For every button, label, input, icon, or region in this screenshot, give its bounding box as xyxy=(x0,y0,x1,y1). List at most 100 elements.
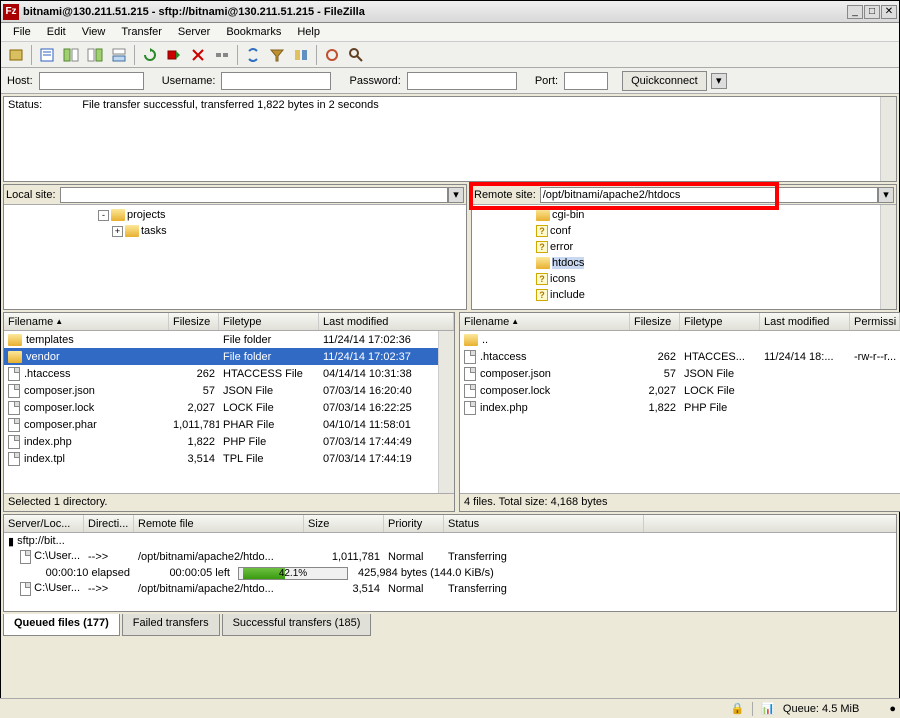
host-input[interactable] xyxy=(39,72,144,90)
queue-row[interactable]: C:\User...-->>/opt/bitnami/apache2/htdo.… xyxy=(4,581,896,597)
toggle-log-icon[interactable] xyxy=(36,44,58,66)
scrollbar[interactable] xyxy=(880,205,896,309)
list-row[interactable]: index.php1,822PHP File07/03/14 17:44:49 xyxy=(4,433,454,450)
remote-tree[interactable]: cgi-bin ?conf?errorhtdocs?icons?include xyxy=(472,205,896,309)
list-row[interactable]: .htaccess262HTACCES...11/24/14 18:...-rw… xyxy=(460,348,900,365)
quickconnect-button[interactable]: Quickconnect xyxy=(622,71,707,91)
list-row[interactable]: index.php1,822PHP File xyxy=(460,399,900,416)
list-row[interactable]: .htaccess262HTACCESS File04/14/14 10:31:… xyxy=(4,365,454,382)
queue-header[interactable]: Server/Loc...Directi...Remote fileSizePr… xyxy=(4,515,896,533)
list-row[interactable]: vendorFile folder11/24/14 17:02:37 xyxy=(4,348,454,365)
remote-site-dropdown-icon[interactable]: ▾ xyxy=(878,187,894,203)
sync-browse-icon[interactable] xyxy=(321,44,343,66)
quickconnect-dropdown-icon[interactable]: ▾ xyxy=(711,73,727,89)
toggle-tree-icon[interactable] xyxy=(60,44,82,66)
column-header[interactable]: Filetype xyxy=(680,313,760,330)
process-queue-icon[interactable] xyxy=(163,44,185,66)
tree-item[interactable]: ?conf xyxy=(476,223,892,239)
menu-file[interactable]: File xyxy=(5,24,39,40)
toggle-queue-icon[interactable] xyxy=(108,44,130,66)
local-site-dropdown-icon[interactable]: ▾ xyxy=(448,187,464,203)
remote-list-header[interactable]: Filename▲FilesizeFiletypeLast modifiedPe… xyxy=(460,313,900,331)
column-header[interactable]: Status xyxy=(444,515,644,532)
list-row[interactable]: composer.json57JSON File07/03/14 16:20:4… xyxy=(4,382,454,399)
queue-tab[interactable]: Successful transfers (185) xyxy=(222,614,372,636)
tree-item[interactable]: -projects xyxy=(8,207,462,223)
queue-body[interactable]: ▮sftp://bit...C:\User...-->>/opt/bitnami… xyxy=(4,533,896,611)
username-input[interactable] xyxy=(221,72,331,90)
queue-row[interactable]: C:\User...-->>/opt/bitnami/apache2/htdo.… xyxy=(4,549,896,565)
list-row[interactable]: composer.phar1,011,781PHAR File04/10/14 … xyxy=(4,416,454,433)
menu-server[interactable]: Server xyxy=(170,24,218,40)
column-header[interactable]: Permissi xyxy=(850,313,900,330)
file-icon xyxy=(8,418,20,432)
password-input[interactable] xyxy=(407,72,517,90)
minimize-button[interactable]: _ xyxy=(847,5,863,19)
scrollbar[interactable] xyxy=(438,331,454,493)
local-site-input[interactable] xyxy=(60,187,448,203)
queue-progress-row: 00:00:10 elapsed00:00:05 left42.1%425,98… xyxy=(4,565,896,581)
menu-view[interactable]: View xyxy=(74,24,114,40)
scrollbar[interactable] xyxy=(880,97,896,181)
tree-item[interactable]: htdocs xyxy=(476,255,892,271)
log-panel: Status: File transfer successful, transf… xyxy=(3,96,897,182)
tree-item[interactable]: + tasks xyxy=(8,223,462,239)
menu-transfer[interactable]: Transfer xyxy=(113,24,170,40)
folder-icon xyxy=(8,334,22,346)
reconnect-icon[interactable] xyxy=(242,44,264,66)
column-header[interactable]: Remote file xyxy=(134,515,304,532)
tree-item[interactable]: ?error xyxy=(476,239,892,255)
column-header[interactable]: Priority xyxy=(384,515,444,532)
progress-bar: 42.1% xyxy=(238,567,348,580)
local-list-header[interactable]: Filename▲FilesizeFiletypeLast modified xyxy=(4,313,454,331)
list-row[interactable]: composer.lock2,027LOCK File xyxy=(460,382,900,399)
column-header[interactable]: Filesize xyxy=(630,313,680,330)
queue-tab[interactable]: Failed transfers xyxy=(122,614,220,636)
menu-help[interactable]: Help xyxy=(289,24,328,40)
file-icon xyxy=(464,350,476,364)
tree-item[interactable]: ?icons xyxy=(476,271,892,287)
column-header[interactable]: Size xyxy=(304,515,384,532)
tree-item[interactable]: ?include xyxy=(476,287,892,303)
list-row[interactable]: .. xyxy=(460,331,900,348)
maximize-button[interactable]: □ xyxy=(864,5,880,19)
column-header[interactable]: Filename▲ xyxy=(460,313,630,330)
close-button[interactable]: ✕ xyxy=(881,5,897,19)
queue-tab[interactable]: Queued files (177) xyxy=(3,614,120,636)
compare-icon[interactable] xyxy=(290,44,312,66)
column-header[interactable]: Filetype xyxy=(219,313,319,330)
expand-icon[interactable]: + xyxy=(112,226,123,237)
tree-item-label: tasks xyxy=(141,225,167,237)
column-header[interactable]: Filename▲ xyxy=(4,313,169,330)
local-tree[interactable]: -projects + tasks xyxy=(4,205,466,309)
password-label: Password: xyxy=(349,75,400,87)
column-header[interactable]: Directi... xyxy=(84,515,134,532)
refresh-icon[interactable] xyxy=(139,44,161,66)
menu-bookmarks[interactable]: Bookmarks xyxy=(218,24,289,40)
column-header[interactable]: Last modified xyxy=(760,313,850,330)
column-header[interactable]: Filesize xyxy=(169,313,219,330)
site-manager-icon[interactable] xyxy=(5,44,27,66)
remote-site-input[interactable] xyxy=(540,187,878,203)
menu-edit[interactable]: Edit xyxy=(39,24,74,40)
tree-item-label: conf xyxy=(550,225,571,237)
column-header[interactable]: Server/Loc... xyxy=(4,515,84,532)
port-input[interactable] xyxy=(564,72,608,90)
list-row[interactable]: index.tpl3,514TPL File07/03/14 17:44:19 xyxy=(4,450,454,467)
local-list-body[interactable]: templatesFile folder11/24/14 17:02:36ven… xyxy=(4,331,454,493)
disconnect-icon[interactable] xyxy=(211,44,233,66)
queue-server-row[interactable]: ▮sftp://bit... xyxy=(4,533,896,549)
remote-list-body[interactable]: ...htaccess262HTACCES...11/24/14 18:...-… xyxy=(460,331,900,493)
local-site-label: Local site: xyxy=(6,189,56,201)
tree-item[interactable]: cgi-bin xyxy=(476,207,892,223)
column-header[interactable]: Last modified xyxy=(319,313,454,330)
list-row[interactable]: templatesFile folder11/24/14 17:02:36 xyxy=(4,331,454,348)
filter-icon[interactable] xyxy=(266,44,288,66)
cancel-icon[interactable] xyxy=(187,44,209,66)
list-row[interactable]: composer.json57JSON File xyxy=(460,365,900,382)
list-row[interactable]: composer.lock2,027LOCK File07/03/14 16:2… xyxy=(4,399,454,416)
toggle-remote-tree-icon[interactable] xyxy=(84,44,106,66)
tree-item-label: cgi-bin xyxy=(552,209,584,221)
expand-icon[interactable]: - xyxy=(98,210,109,221)
find-icon[interactable] xyxy=(345,44,367,66)
